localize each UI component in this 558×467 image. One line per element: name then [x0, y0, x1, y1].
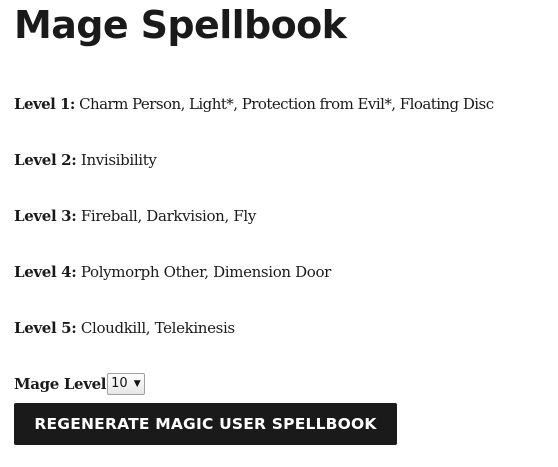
spell-level-5-row: Level 5: Cloudkill, Telekinesis: [14, 318, 235, 338]
spell-level-3-spells: Fireball, Darkvision, Fly: [80, 207, 256, 225]
spell-level-4-spells: Polymorph Other, Dimension Door: [80, 263, 331, 281]
regenerate-spellbook-button[interactable]: REGENERATE MAGIC USER SPELLBOOK: [14, 403, 397, 445]
page-title: Mage Spellbook: [14, 3, 347, 47]
spell-level-1-row: Level 1: Charm Person, Light*, Protectio…: [14, 94, 494, 114]
chevron-down-icon: ▼: [133, 378, 141, 389]
mage-level-select[interactable]: 10 ▼: [107, 373, 145, 395]
spell-level-2-label: Level 2:: [14, 151, 77, 169]
spell-level-5-label: Level 5:: [14, 319, 77, 337]
spell-level-5-spells: Cloudkill, Telekinesis: [80, 319, 235, 337]
spell-level-2-spells: Invisibility: [80, 151, 157, 169]
mage-level-label: Mage Level: [14, 375, 107, 393]
spell-level-4-row: Level 4: Polymorph Other, Dimension Door: [14, 262, 331, 282]
mage-level-control: Mage Level 10 ▼: [14, 373, 145, 395]
spell-level-2-row: Level 2: Invisibility: [14, 150, 157, 170]
mage-level-selected-value: 10: [111, 376, 128, 391]
spell-level-4-label: Level 4:: [14, 263, 77, 281]
spell-level-1-spells: Charm Person, Light*, Protection from Ev…: [79, 95, 494, 113]
spell-level-1-label: Level 1:: [14, 95, 75, 113]
spell-level-3-label: Level 3:: [14, 207, 77, 225]
spell-level-3-row: Level 3: Fireball, Darkvision, Fly: [14, 206, 256, 226]
